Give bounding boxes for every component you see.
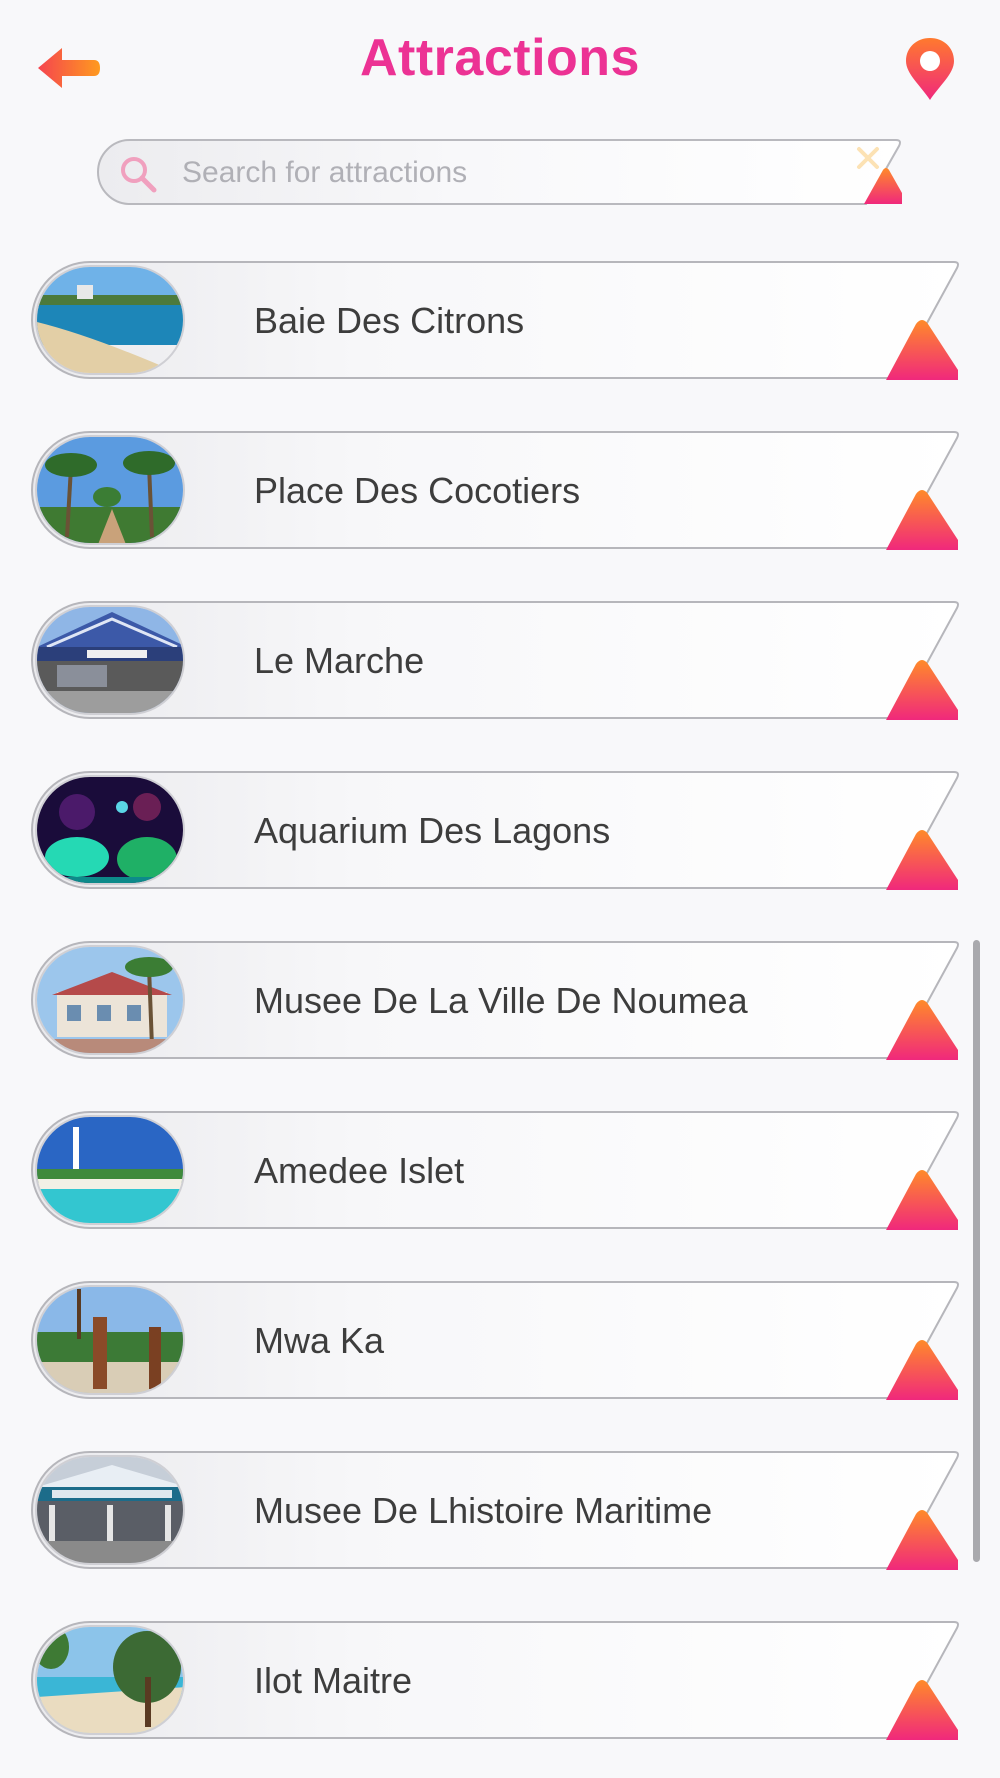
thumbnail-image [35, 775, 185, 885]
thumbnail-image [35, 435, 185, 545]
attraction-name: Mwa Ka [254, 1320, 385, 1361]
search-bar[interactable] [96, 138, 904, 206]
search-icon [121, 157, 157, 193]
map-pin-icon [906, 38, 954, 100]
scrollbar[interactable] [973, 940, 980, 1562]
list-item[interactable]: Baie Des Citrons [30, 260, 960, 382]
list-item[interactable]: Aquarium Des Lagons [30, 770, 960, 892]
list-item[interactable]: Musee De Lhistoire Maritime [30, 1450, 960, 1572]
list-item[interactable]: Musee De La Ville De Noumea [30, 940, 960, 1062]
attraction-name: Musee De Lhistoire Maritime [254, 1490, 713, 1531]
attraction-name: Ilot Maitre [254, 1660, 413, 1701]
attraction-name: Aquarium Des Lagons [254, 810, 611, 851]
thumbnail-image [35, 605, 185, 715]
close-icon[interactable] [854, 144, 882, 172]
list-item[interactable]: Le Marche [30, 600, 960, 722]
list-item[interactable]: Place Des Cocotiers [30, 430, 960, 552]
app-header: Attractions [0, 0, 1000, 130]
thumbnail-image [35, 1625, 185, 1735]
location-button[interactable] [903, 36, 957, 102]
attractions-list: Baie Des Citrons Place Des Cocotiers Le … [0, 0, 1000, 1778]
thumbnail-image [35, 265, 185, 375]
thumbnail-image [35, 1455, 185, 1565]
list-item[interactable]: Mwa Ka [30, 1280, 960, 1402]
attraction-name: Amedee Islet [254, 1150, 465, 1191]
thumbnail-image [35, 1285, 185, 1395]
page-title: Attractions [360, 29, 640, 87]
attraction-name: Baie Des Citrons [254, 300, 525, 341]
search-input[interactable] [180, 148, 824, 198]
list-item[interactable]: Amedee Islet [30, 1110, 960, 1232]
attraction-name: Le Marche [254, 640, 425, 681]
thumbnail-image [35, 1115, 185, 1225]
list-item[interactable]: Ilot Maitre [30, 1620, 960, 1742]
thumbnail-image [35, 945, 185, 1055]
attraction-name: Place Des Cocotiers [254, 470, 581, 511]
attraction-name: Musee De La Ville De Noumea [254, 980, 748, 1021]
